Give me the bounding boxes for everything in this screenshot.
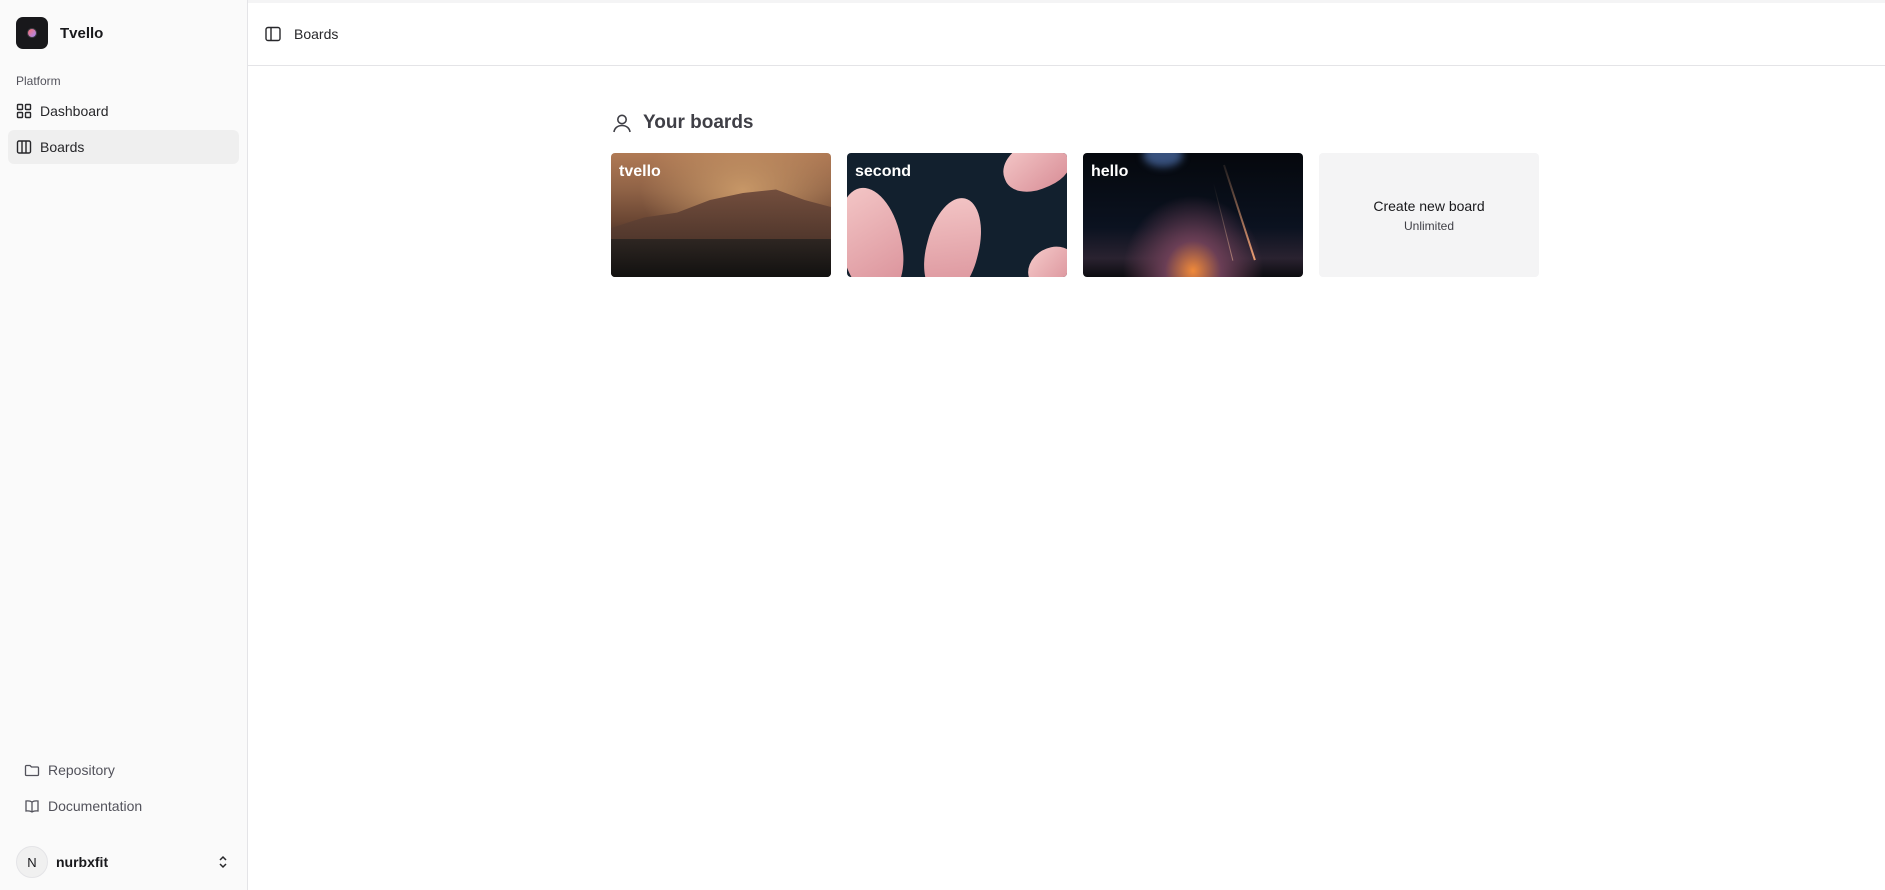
avatar: N [16, 846, 48, 878]
sidebar-item-documentation[interactable]: Documentation [16, 788, 231, 824]
user-icon [613, 114, 631, 133]
user-menu[interactable]: N nurbxfit [0, 834, 247, 890]
sidebar-footer: Repository Documentation N nurbxfit [0, 752, 247, 890]
main-area: Boards Your boards tvello second hello C… [248, 0, 1885, 890]
app-name: Tvello [60, 24, 104, 42]
folder-icon [24, 764, 40, 777]
sidebar-item-label: Documentation [48, 798, 143, 814]
sidebar-item-boards[interactable]: Boards [8, 130, 239, 164]
create-board-label: Create new board [1373, 197, 1485, 214]
sidebar: Tvello Platform Dashboard Boards Reposit… [0, 0, 248, 890]
app-root: Tvello Platform Dashboard Boards Reposit… [0, 0, 1885, 890]
sidebar-item-label: Dashboard [40, 103, 109, 119]
brand[interactable]: Tvello [0, 0, 247, 66]
breadcrumb[interactable]: Boards [294, 26, 338, 42]
board-title: hello [1091, 163, 1129, 180]
board-card-hello[interactable]: hello [1083, 153, 1303, 277]
board-card-second[interactable]: second [847, 153, 1067, 277]
boards-section: Your boards tvello second hello Create n… [611, 107, 1539, 277]
create-board-card[interactable]: Create new board Unlimited [1319, 153, 1539, 277]
sidebar-item-label: Boards [40, 139, 85, 155]
secondary-nav: Repository Documentation [0, 752, 247, 824]
section-title: Your boards [643, 112, 754, 133]
book-icon [25, 800, 39, 813]
board-card-tvello[interactable]: tvello [611, 153, 831, 277]
boards-grid: tvello second hello Create new board Unl… [611, 153, 1539, 277]
topbar: Boards [248, 3, 1885, 66]
sidebar-item-label: Repository [48, 762, 115, 778]
sidebar-toggle-icon[interactable] [264, 25, 282, 43]
create-board-limit: Unlimited [1403, 218, 1454, 233]
board-title: tvello [619, 163, 661, 180]
boards-icon [16, 140, 32, 154]
app-logo-icon [16, 17, 48, 49]
sidebar-item-repository[interactable]: Repository [16, 752, 231, 788]
board-title: second [855, 163, 912, 180]
user-name: nurbxfit [56, 854, 109, 870]
section-header: Your boards [611, 107, 1539, 139]
sidebar-nav: Dashboard Boards [0, 94, 247, 166]
sidebar-item-dashboard[interactable]: Dashboard [8, 94, 239, 128]
sidebar-group-label: Platform [16, 74, 61, 88]
chevrons-up-down-icon [219, 855, 227, 869]
dashboard-icon [16, 103, 32, 119]
